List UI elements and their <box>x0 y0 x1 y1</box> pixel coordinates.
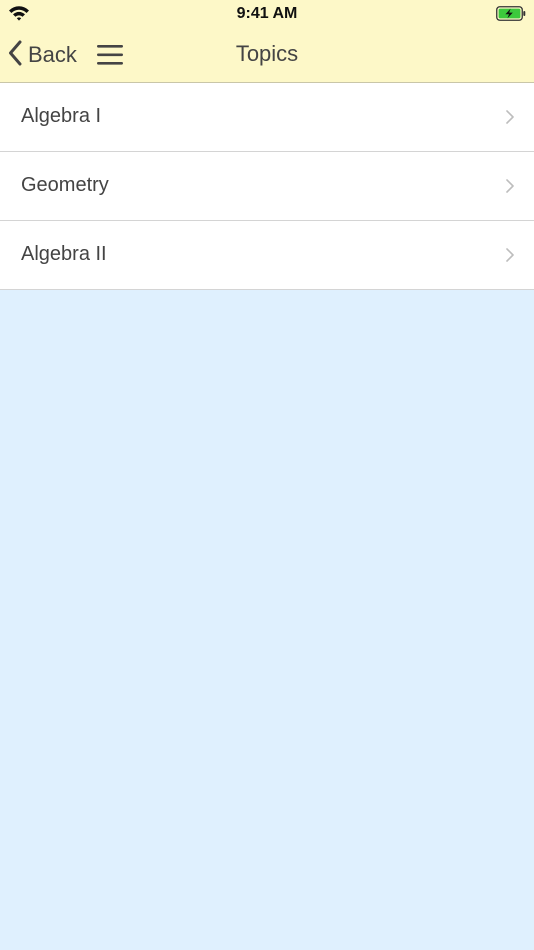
top-bar: 9:41 AM Back Topics <box>0 0 534 83</box>
topic-label: Algebra I <box>21 105 102 127</box>
list-item-topic[interactable]: Algebra I <box>0 83 534 152</box>
back-label: Back <box>28 42 77 67</box>
battery-charging-icon <box>496 6 526 26</box>
status-time: 9:41 AM <box>236 5 298 22</box>
chevron-right-icon <box>506 179 514 198</box>
page-title: Topics <box>235 41 299 66</box>
topic-label: Algebra II <box>21 243 107 265</box>
chevron-right-icon <box>506 248 514 267</box>
navigation-bar: Back Topics <box>0 28 534 82</box>
status-bar: 9:41 AM <box>0 0 534 28</box>
screen: 9:41 AM Back Topics Algebra I Geometry A… <box>0 0 534 950</box>
back-button[interactable]: Back <box>8 39 77 71</box>
hamburger-menu-icon <box>96 45 124 71</box>
hamburger-menu-button[interactable] <box>96 43 124 67</box>
topics-list: Algebra I Geometry Algebra II <box>0 83 534 290</box>
list-item-topic[interactable]: Geometry <box>0 152 534 221</box>
chevron-right-icon <box>506 110 514 129</box>
chevron-left-icon <box>8 40 22 71</box>
topic-label: Geometry <box>21 174 109 196</box>
list-item-topic[interactable]: Algebra II <box>0 221 534 290</box>
